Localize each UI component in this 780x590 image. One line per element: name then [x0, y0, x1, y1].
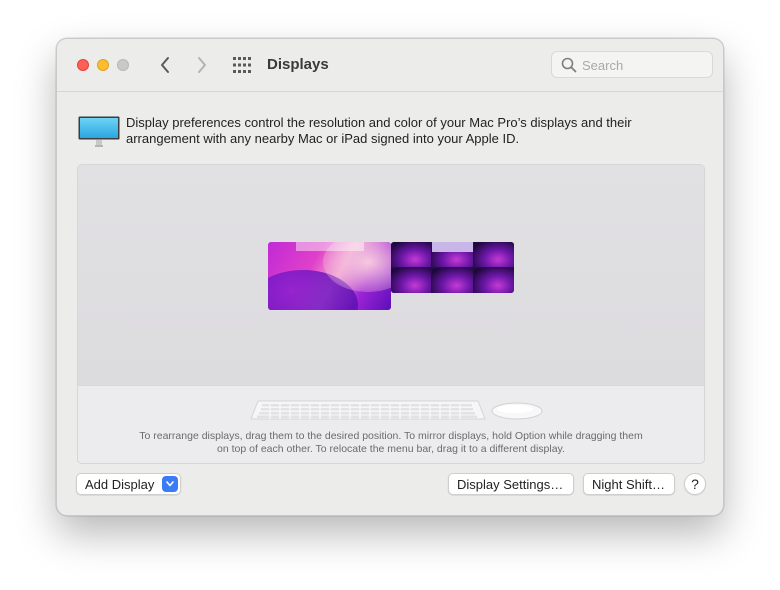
arrangement-panel: To rearrange displays, drag them to the … — [77, 164, 705, 464]
chevron-down-icon — [166, 481, 174, 487]
add-display-button[interactable]: Add Display — [76, 473, 181, 495]
displays-window: Displays Display preferences control the… — [56, 38, 724, 516]
help-button[interactable]: ? — [684, 473, 706, 495]
zoom-button[interactable] — [117, 59, 129, 71]
forward-button[interactable] — [191, 54, 213, 76]
show-all-button[interactable] — [232, 56, 252, 74]
grid-icon — [233, 57, 251, 73]
keyboard-icon — [250, 400, 486, 420]
toolbar: Displays — [57, 39, 723, 92]
arrangement-canvas — [78, 165, 704, 385]
back-button[interactable] — [154, 54, 176, 76]
display-settings-button[interactable]: Display Settings… — [448, 473, 574, 495]
popup-arrow — [162, 476, 178, 492]
search-input[interactable] — [582, 56, 707, 74]
main-display-thumbnail[interactable] — [268, 242, 391, 310]
search-field[interactable] — [551, 51, 713, 78]
night-shift-button[interactable]: Night Shift… — [583, 473, 675, 495]
menu-bar-indicator[interactable] — [296, 242, 364, 251]
chevron-left-icon — [161, 57, 169, 73]
page-title: Displays — [267, 56, 329, 73]
minimize-button[interactable] — [97, 59, 109, 71]
close-button[interactable] — [77, 59, 89, 71]
arrangement-footer: To rearrange displays, drag them to the … — [78, 385, 704, 463]
chevron-right-icon — [198, 57, 206, 73]
search-icon — [561, 57, 577, 73]
secondary-display-thumbnail[interactable] — [391, 242, 514, 293]
mouse-icon — [491, 402, 543, 420]
arrangement-hint: To rearrange displays, drag them to the … — [139, 430, 643, 455]
add-display-label: Add Display — [85, 476, 155, 492]
description-text: Display preferences control the resoluti… — [126, 115, 632, 146]
display-icon — [78, 116, 120, 147]
